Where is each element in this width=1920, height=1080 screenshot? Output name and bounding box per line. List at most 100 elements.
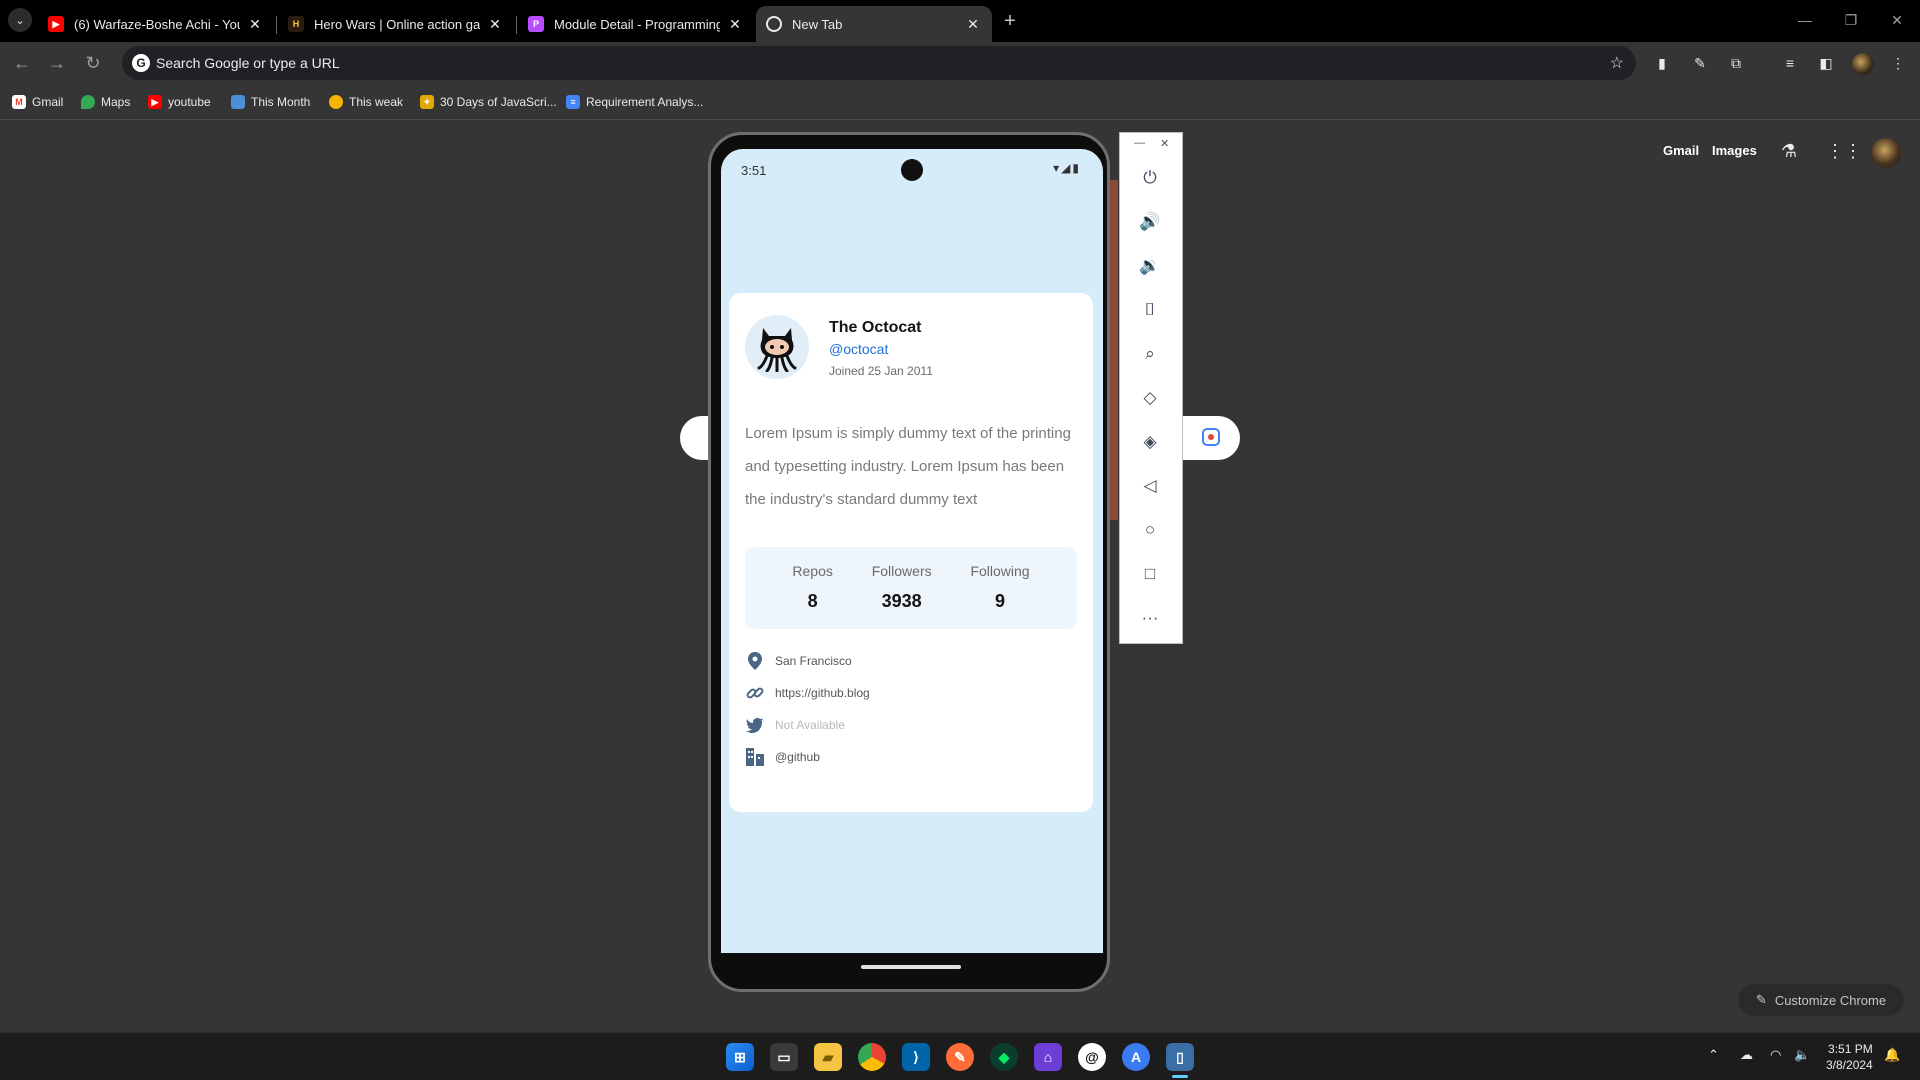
- wifi-icon[interactable]: ◠: [1770, 1047, 1781, 1063]
- info-blog[interactable]: https://github.blog: [745, 683, 870, 703]
- docs-icon: ≡: [566, 95, 580, 109]
- emulator-controls-panel: — ✕ ⏻ 🔊 🔉 ⌷ ⌕ ◇ ◈ ◁ ○ □ ···: [1119, 132, 1183, 644]
- restore-button[interactable]: ❐: [1828, 0, 1874, 40]
- twitter-bird-icon: [745, 715, 765, 735]
- back-button[interactable]: ←: [8, 49, 36, 77]
- bookmark-youtube[interactable]: ▶ youtube: [148, 92, 211, 112]
- tab-youtube[interactable]: ▶ (6) Warfaze-Boshe Achi - YouTube ✕: [38, 6, 274, 42]
- status-time: 3:51: [741, 163, 767, 178]
- rotate-left-icon[interactable]: ◇: [1135, 383, 1165, 413]
- tab-new-tab[interactable]: New Tab ✕: [756, 6, 992, 42]
- bookmark-requirement-analysis[interactable]: ≡ Requirement Analys...: [566, 92, 703, 112]
- system-clock[interactable]: 3:51 PM 3/8/2024: [1826, 1041, 1873, 1073]
- apps-grid-icon[interactable]: ⋮⋮: [1826, 141, 1862, 162]
- emulator-taskbar-icon[interactable]: ▯: [1166, 1043, 1194, 1071]
- mongodb-compass-icon[interactable]: ◆: [990, 1043, 1018, 1071]
- window-close-button[interactable]: ✕: [1874, 0, 1920, 40]
- task-view-icon[interactable]: ▭: [770, 1043, 798, 1071]
- bookmark-label: This Month: [251, 95, 311, 109]
- bookmark-star-icon[interactable]: ☆: [1610, 53, 1624, 73]
- tab-hero-wars[interactable]: H Hero Wars | Online action game ✕: [278, 6, 514, 42]
- profile-avatar[interactable]: [1852, 53, 1874, 75]
- ntp-profile-avatar[interactable]: [1871, 138, 1901, 168]
- close-icon[interactable]: ✕: [964, 15, 982, 33]
- hero-wars-icon: H: [288, 16, 304, 32]
- customize-chrome-button[interactable]: ✎ Customize Chrome: [1738, 984, 1904, 1016]
- pen-icon[interactable]: ✎: [1690, 53, 1710, 73]
- screenshot-camera-icon[interactable]: ⌷: [1135, 295, 1165, 325]
- bookmark-label: Gmail: [32, 95, 64, 109]
- minimize-button[interactable]: —: [1782, 0, 1828, 40]
- media-control-icon[interactable]: ≡: [1780, 53, 1800, 73]
- close-icon[interactable]: ✕: [726, 15, 744, 33]
- side-panel-icon[interactable]: ◧: [1816, 53, 1836, 73]
- pencil-icon: ✎: [1755, 992, 1767, 1007]
- omnibox-placeholder: Search Google or type a URL: [156, 55, 340, 71]
- bookmark-this-month[interactable]: This Month: [231, 92, 310, 112]
- new-tab-button[interactable]: +: [996, 8, 1024, 36]
- extension-icon[interactable]: ▮: [1652, 53, 1672, 73]
- tab-title: Module Detail - Programming Hero: [554, 16, 720, 32]
- bookmark-maps[interactable]: Maps: [81, 92, 130, 112]
- close-icon[interactable]: ✕: [246, 15, 264, 33]
- rotate-right-icon[interactable]: ◈: [1135, 427, 1165, 457]
- stat-label: Following: [970, 563, 1030, 579]
- notification-bell-icon[interactable]: 🔔: [1884, 1047, 1900, 1063]
- tab-search-button[interactable]: ⌄: [8, 8, 32, 32]
- active-app-indicator: [1172, 1075, 1188, 1078]
- profile-handle-link[interactable]: @octocat: [829, 341, 888, 357]
- windows-start-icon[interactable]: ⊞: [726, 1043, 754, 1071]
- reload-button[interactable]: ↻: [79, 49, 107, 77]
- extensions-puzzle-icon[interactable]: ⧉: [1726, 53, 1746, 73]
- location-pin-icon: [745, 651, 765, 671]
- more-options-icon[interactable]: ···: [1135, 603, 1165, 633]
- overview-square-icon[interactable]: □: [1135, 559, 1165, 589]
- back-triangle-icon[interactable]: ◁: [1135, 471, 1165, 501]
- volume-up-icon[interactable]: 🔊: [1135, 207, 1165, 237]
- omnibox[interactable]: G Search Google or type a URL ☆: [122, 46, 1636, 80]
- bookmark-30-days-js[interactable]: ✦ 30 Days of JavaScri...: [420, 92, 557, 112]
- labs-flask-icon[interactable]: ⚗: [1778, 141, 1800, 162]
- volume-down-icon[interactable]: 🔉: [1135, 251, 1165, 281]
- chrome-taskbar-icon[interactable]: [858, 1043, 886, 1071]
- js-icon: ✦: [420, 95, 434, 109]
- status-bar: 3:51 ▾◢▮: [721, 149, 1103, 185]
- power-icon[interactable]: ⏻: [1135, 163, 1165, 193]
- forward-button[interactable]: →: [43, 49, 71, 77]
- vscode-icon[interactable]: ⟩: [902, 1043, 930, 1071]
- ntp-images-link[interactable]: Images: [1712, 143, 1757, 158]
- zoom-icon[interactable]: ⌕: [1135, 339, 1165, 369]
- volume-icon[interactable]: 🔈: [1794, 1047, 1810, 1063]
- close-icon[interactable]: ✕: [486, 15, 504, 33]
- stat-value: 3938: [881, 591, 922, 611]
- maps-icon: [81, 95, 95, 109]
- google-lens-icon[interactable]: [1202, 428, 1220, 446]
- tab-programming-hero[interactable]: P Module Detail - Programming Hero ✕: [518, 6, 754, 42]
- youtube-icon: ▶: [148, 95, 162, 109]
- bookmark-gmail[interactable]: M Gmail: [12, 92, 63, 112]
- onedrive-icon[interactable]: ☁: [1740, 1047, 1753, 1063]
- stat-value: 9: [995, 591, 1006, 611]
- file-explorer-icon[interactable]: ▰: [814, 1043, 842, 1071]
- emulator-minimize-icon[interactable]: —: [1134, 137, 1145, 149]
- visual-studio-preview-icon[interactable]: ⌂: [1034, 1043, 1062, 1071]
- android-studio-icon[interactable]: A: [1122, 1043, 1150, 1071]
- bookmarks-bar: M Gmail Maps ▶ youtube This Month This w…: [0, 84, 1920, 120]
- profile-stats: Repos 8 Followers 3938 Following 9: [745, 547, 1077, 629]
- bookmark-this-weak[interactable]: This weak: [329, 92, 403, 112]
- gesture-home-bar[interactable]: [861, 965, 961, 969]
- menu-icon[interactable]: ⋮: [1888, 53, 1908, 73]
- windows-taskbar: ⊞ ▭ ▰ ⟩ ✎ ◆ ⌂ @ A ▯ ⌃ ☁ ◠ 🔈 3:51 PM 3/8/…: [0, 1032, 1920, 1080]
- postman-icon[interactable]: ✎: [946, 1043, 974, 1071]
- tab-separator: [276, 16, 277, 34]
- customize-label: Customize Chrome: [1774, 992, 1887, 1008]
- info-blog-text[interactable]: https://github.blog: [775, 686, 870, 700]
- home-circle-icon[interactable]: ○: [1135, 515, 1165, 545]
- ntp-gmail-link[interactable]: Gmail: [1663, 143, 1699, 158]
- clock-time: 3:51 PM: [1828, 1042, 1873, 1056]
- tab-separator: [516, 16, 517, 34]
- info-twitter-text: Not Available: [775, 718, 845, 732]
- emulator-close-icon[interactable]: ✕: [1160, 137, 1169, 150]
- github-desktop-icon[interactable]: @: [1078, 1043, 1106, 1071]
- tray-chevron-icon[interactable]: ⌃: [1708, 1047, 1719, 1063]
